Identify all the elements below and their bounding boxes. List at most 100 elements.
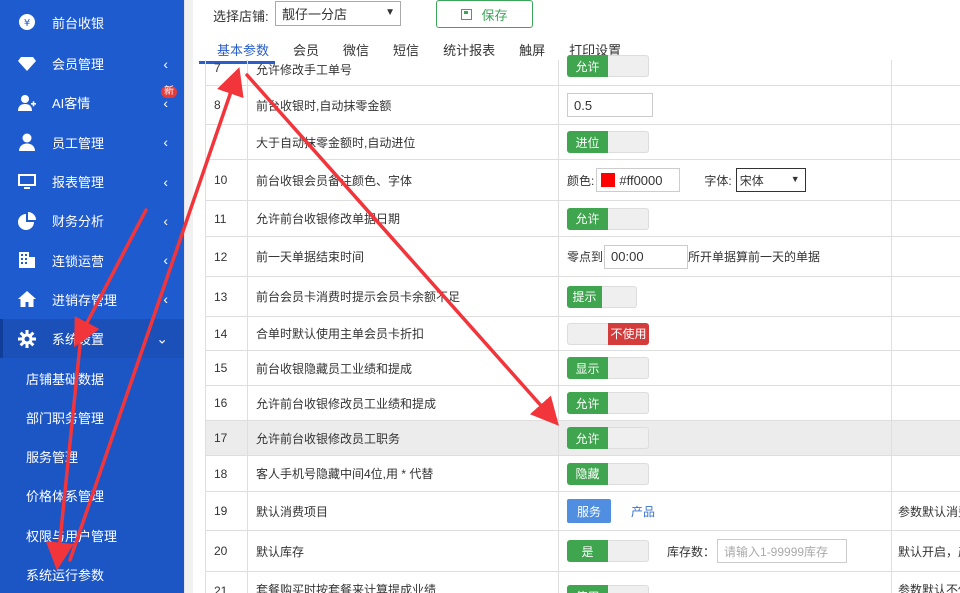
row-note (892, 317, 960, 350)
row-label: 允许前台收银修改员工业绩和提成 (248, 386, 559, 420)
row-note (892, 386, 960, 420)
row-number: 8 (205, 86, 248, 124)
toggle-switch[interactable]: 是 (567, 540, 649, 562)
row-note (892, 421, 960, 455)
monitor-icon (18, 173, 36, 191)
table-row: 17 允许前台收银修改员工职务 允许 (205, 421, 960, 456)
sidebar: ¥ 前台收银 会员管理 ‹ AI客情 新 ‹ 员工管理 ‹ 报表管理 ‹ 财务分… (0, 0, 184, 593)
row-note (892, 237, 960, 276)
sidebar-scrollbar[interactable] (184, 0, 193, 593)
row-number: 21 (205, 572, 248, 593)
sidebar-item-label: 连锁运营 (52, 253, 105, 269)
row-label: 前台收银隐藏员工业绩和提成 (248, 351, 559, 385)
row-control: 允许 (559, 421, 892, 455)
row-label: 大于自动抹零金额时,自动进位 (248, 125, 559, 159)
row-label: 套餐购买时按套餐来计算提成业绩 (248, 572, 559, 593)
row-control: 显示 (559, 351, 892, 385)
chevron-left-icon: ‹ (163, 291, 168, 308)
row-label: 默认消费项目 (248, 492, 559, 530)
row-label: 允许前台收银修改单据日期 (248, 201, 559, 236)
rounding-amount-input[interactable]: 0.5 (567, 93, 653, 117)
sidebar-item-label: 前台收银 (52, 15, 105, 31)
table-row: 8 前台收银时,自动抹零金额 0.5 (205, 86, 960, 125)
sidebar-item-settings[interactable]: 系统设置 ⌄ (0, 319, 184, 359)
sidebar-item-inventory[interactable]: 进销存管理 ‹ (0, 280, 184, 319)
sidebar-item-label: 系统设置 (52, 332, 105, 348)
row-label: 默认库存 (248, 531, 559, 571)
home-icon (18, 290, 36, 308)
row-number: 16 (205, 386, 248, 420)
end-time-input[interactable]: 00:00 (604, 244, 689, 269)
color-picker-input[interactable]: #ff0000 (596, 168, 681, 192)
product-option-link[interactable]: 产品 (631, 503, 655, 520)
toggle-on-label: 显示 (567, 357, 608, 379)
building-icon (18, 251, 36, 269)
toggle-on-label: 使用 (567, 585, 608, 593)
sidebar-item-label: 进销存管理 (52, 292, 118, 308)
save-icon (461, 8, 473, 20)
chevron-left-icon: ‹ (163, 55, 168, 72)
pie-chart-icon (18, 211, 36, 230)
sidebar-item-label: 报表管理 (52, 175, 105, 191)
save-button[interactable]: 保存 (436, 0, 533, 28)
row-control: 进位 (559, 125, 892, 159)
toggle-on-label: 隐藏 (567, 462, 608, 485)
font-value: 宋体 (739, 173, 764, 188)
store-select[interactable]: 靓仔一分店 ▼ (275, 1, 401, 26)
time-suffix: 所开单据算前一天的单据 (688, 250, 821, 264)
row-note (892, 201, 960, 236)
row-control: 允许 (559, 386, 892, 420)
table-row: 7 允许修改手工单号 允许 (205, 55, 960, 86)
font-select[interactable]: 宋体 ▼ (735, 168, 806, 192)
toggle-switch[interactable]: 显示 (567, 357, 649, 379)
table-row: 13 前台会员卡消费时提示会员卡余额不足 提示 (205, 277, 960, 317)
row-number: 18 (205, 456, 248, 491)
sidebar-item-chain[interactable]: 连锁运营 ‹ (0, 240, 184, 279)
toggle-on-label: 进位 (567, 131, 608, 153)
row-note: 参数默认消费 (898, 504, 960, 519)
toggle-switch[interactable]: 允许 (567, 207, 649, 230)
row-number: 15 (205, 351, 248, 385)
submenu-service-management[interactable]: 服务管理 (0, 437, 184, 476)
chevron-left-icon: ‹ (163, 252, 168, 269)
submenu-system-parameters[interactable]: 系统运行参数 (0, 555, 184, 593)
sidebar-item-staff[interactable]: 员工管理 ‹ (0, 123, 184, 162)
toggle-switch[interactable]: 使用 (567, 585, 649, 593)
stock-placeholder: 请输入1-99999库存 (724, 544, 829, 559)
stock-input[interactable]: 请输入1-99999库存 (717, 539, 848, 563)
sidebar-item-label: 员工管理 (52, 135, 105, 151)
sidebar-item-ai[interactable]: AI客情 新 ‹ (0, 83, 184, 122)
row-control: 零点到 00:00 所开单据算前一天的单据 (559, 237, 892, 276)
toggle-switch[interactable]: 允许 (567, 427, 649, 449)
end-time-value: 00:00 (611, 249, 644, 264)
submenu-department-position[interactable]: 部门职务管理 (0, 398, 184, 437)
row-label: 允许前台收银修改员工职务 (248, 421, 559, 455)
toggle-switch[interactable]: 提示 (567, 285, 637, 308)
toggle-switch[interactable]: 允许 (567, 55, 649, 77)
sidebar-item-label: AI客情 (52, 96, 91, 112)
toggle-switch[interactable]: 隐藏 (567, 462, 649, 485)
submenu-price-system[interactable]: 价格体系管理 (0, 476, 184, 515)
toggle-switch[interactable]: 不使用 (567, 322, 649, 345)
user-plus-icon (18, 94, 36, 112)
color-label: 颜色: (567, 173, 595, 188)
table-row: 11 允许前台收银修改单据日期 允许 (205, 201, 960, 237)
toolbar: 选择店铺: 靓仔一分店 ▼ 保存 (193, 0, 960, 34)
submenu-store-basic-data[interactable]: 店铺基础数据 (0, 358, 184, 397)
toggle-switch[interactable]: 允许 (567, 392, 649, 414)
row-control: 颜色: #ff0000 字体: 宋体 ▼ (559, 160, 892, 200)
table-row: 21 套餐购买时按套餐来计算提成业绩 使用 参数默认不使 (205, 572, 960, 593)
time-prefix: 零点到 (567, 250, 604, 264)
row-number: 7 (205, 60, 248, 85)
row-control: 服务 产品 (559, 492, 892, 530)
rounding-amount-value: 0.5 (574, 97, 593, 113)
sidebar-item-cashier[interactable]: ¥ 前台收银 (0, 0, 184, 44)
row-number: 17 (205, 421, 248, 455)
sidebar-item-finance[interactable]: 财务分析 ‹ (0, 201, 184, 240)
toggle-switch[interactable]: 进位 (567, 131, 649, 153)
row-label: 允许修改手工单号 (248, 60, 559, 85)
sidebar-item-reports[interactable]: 报表管理 ‹ (0, 162, 184, 201)
sidebar-item-members[interactable]: 会员管理 ‹ (0, 44, 184, 83)
submenu-permissions-users[interactable]: 权限与用户管理 (0, 516, 184, 555)
service-option-button[interactable]: 服务 (567, 499, 611, 523)
